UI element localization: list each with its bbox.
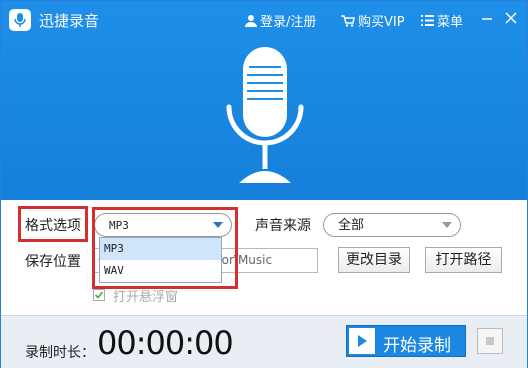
- format-label: 格式选项: [25, 218, 81, 234]
- buy-vip-button[interactable]: 购买VIP: [341, 11, 405, 30]
- format-dropdown: MP3 WAV: [99, 237, 222, 283]
- float-window-checkbox[interactable]: [93, 289, 105, 301]
- menu-label: 菜单: [437, 15, 464, 30]
- format-option-mp3[interactable]: MP3: [100, 238, 221, 260]
- menu-button[interactable]: 菜单: [421, 11, 463, 30]
- app-title: 迅捷录音: [39, 12, 100, 30]
- save-location-label: 保存位置: [25, 254, 81, 270]
- app-window: 迅捷录音 登录/注册 购买VIP 菜单 格式选项 MP3 MP3 WAV 声音来…: [0, 0, 528, 368]
- menu-icon: [421, 15, 434, 26]
- start-recording-label: 开始录制: [383, 336, 451, 356]
- user-icon: [245, 15, 257, 27]
- source-select-value: 全部: [338, 218, 365, 233]
- hero-banner: 迅捷录音 登录/注册 购买VIP 菜单: [1, 1, 527, 200]
- minimize-icon: [482, 18, 492, 20]
- format-select-value: MP3: [109, 219, 129, 232]
- start-recording-button[interactable]: 开始录制: [346, 325, 466, 357]
- source-select[interactable]: 全部: [323, 213, 461, 237]
- source-label: 声音来源: [255, 218, 311, 234]
- change-directory-button[interactable]: 更改目录: [338, 247, 410, 273]
- format-option-wav[interactable]: WAV: [100, 260, 221, 282]
- recording-timer: 00:00:00: [97, 324, 234, 362]
- play-icon: [349, 328, 375, 354]
- microphone-icon: [217, 45, 313, 191]
- open-path-button[interactable]: 打开路径: [425, 247, 502, 273]
- close-button[interactable]: [503, 10, 519, 26]
- minimize-button[interactable]: [479, 10, 495, 26]
- buy-vip-label: 购买VIP: [358, 15, 405, 30]
- duration-label: 录制时长：: [25, 345, 95, 361]
- chevron-down-icon: [442, 222, 452, 228]
- chevron-down-icon: [213, 222, 223, 228]
- float-window-label: 打开悬浮窗: [113, 290, 179, 305]
- title-bar: 迅捷录音 登录/注册 购买VIP 菜单: [1, 1, 527, 37]
- checkmark-icon: [94, 291, 104, 299]
- stop-button[interactable]: [477, 328, 503, 354]
- cart-icon: [341, 14, 355, 27]
- login-label: 登录/注册: [260, 15, 317, 30]
- app-logo-icon: [9, 9, 31, 31]
- format-select[interactable]: MP3: [94, 213, 232, 237]
- login-button[interactable]: 登录/注册: [245, 11, 316, 30]
- close-icon: [505, 12, 517, 24]
- status-bar: 录制时长： 00:00:00 开始录制: [1, 315, 527, 368]
